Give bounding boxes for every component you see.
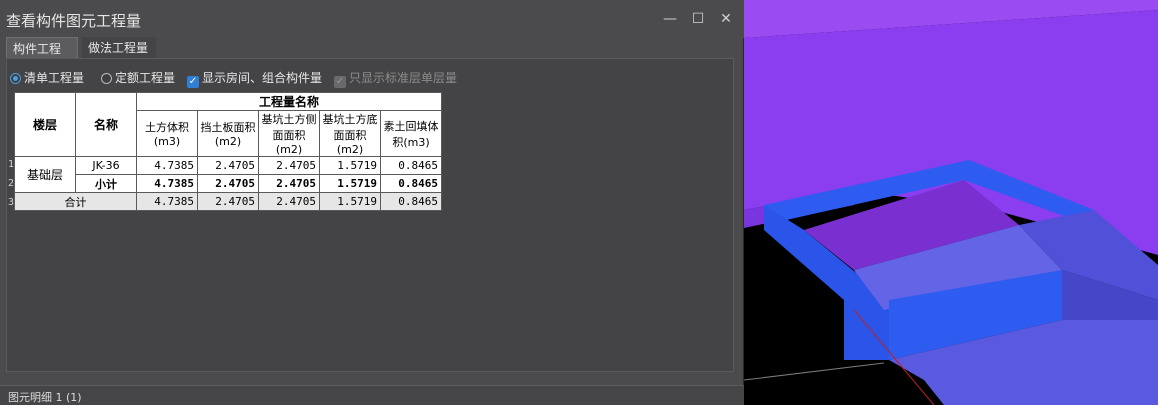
value-cell: 2.4705 xyxy=(258,174,320,193)
radio-bill-label: 清单工程量 xyxy=(24,71,85,85)
value-cell: 4.7385 xyxy=(136,174,198,193)
value-cell: 2.4705 xyxy=(258,156,320,175)
value-cell: 1.5719 xyxy=(319,192,381,211)
checkmark-disabled-icon: ✓ xyxy=(334,76,346,88)
name-cell: 小计 xyxy=(75,174,137,193)
total-label-cell: 合计 xyxy=(14,192,137,211)
name-cell: JK-36 xyxy=(75,156,137,175)
header-column: 基坑土方底面面积(m2) xyxy=(319,110,381,157)
checkbox-show-rooms-label: 显示房间、组合构件量 xyxy=(202,71,323,85)
quantity-table-area: 1 2 3 楼层 名称 工程量名称 土方体积(m3) 挡土板面积(m2) 基坑土… xyxy=(8,92,442,214)
radio-selected-icon xyxy=(10,73,21,84)
radio-quota-quantity[interactable]: 定额工程量 xyxy=(101,68,175,88)
checkbox-standard-floor-only: ✓ 只显示标准层单层量 xyxy=(334,68,457,88)
header-column: 土方体积(m3) xyxy=(136,110,198,157)
header-column: 挡土板面积(m2) xyxy=(197,110,259,157)
tab-component-quantity[interactable]: 构件工程量 xyxy=(6,37,78,78)
quantity-dialog: 查看构件图元工程量 — ☐ ✕ 构件工程量 做法工程量 清单工程量 定额工程量 … xyxy=(0,0,744,405)
value-cell: 4.7385 xyxy=(136,156,198,175)
value-cell: 2.4705 xyxy=(197,174,259,193)
checkbox-standard-floor-label: 只显示标准层单层量 xyxy=(349,71,458,85)
checkmark-icon: ✓ xyxy=(187,76,199,88)
value-cell: 0.8465 xyxy=(380,174,442,193)
tab-method-quantity[interactable]: 做法工程量 xyxy=(82,37,156,59)
title-bar: 查看构件图元工程量 — ☐ ✕ xyxy=(0,0,744,38)
header-name: 名称 xyxy=(75,92,137,157)
value-cell: 2.4705 xyxy=(197,156,259,175)
radio-empty-icon xyxy=(101,73,112,84)
value-cell: 0.8465 xyxy=(380,156,442,175)
floor-cell: 基础层 xyxy=(14,156,76,193)
3d-viewport[interactable] xyxy=(744,0,1158,405)
value-cell: 2.4705 xyxy=(197,192,259,211)
status-bar: 图元明细 1 (1) xyxy=(0,385,744,405)
table-row-total[interactable]: 合计 4.7385 2.4705 2.4705 1.5719 0.8465 xyxy=(14,192,442,211)
value-cell: 1.5719 xyxy=(319,156,381,175)
maximize-icon[interactable]: ☐ xyxy=(688,10,708,28)
header-column: 素土回填体积(m3) xyxy=(380,110,442,157)
header-floor: 楼层 xyxy=(14,92,76,157)
radio-bill-quantity[interactable]: 清单工程量 xyxy=(10,68,84,88)
value-cell: 1.5719 xyxy=(319,174,381,193)
status-label: 图元明细 1 (1) xyxy=(8,391,82,404)
table-row-subtotal[interactable]: 小计 4.7385 2.4705 2.4705 1.5719 0.8465 xyxy=(15,174,442,193)
radio-quota-label: 定额工程量 xyxy=(115,71,176,85)
header-column: 基坑土方侧面面积(m2) xyxy=(258,110,320,157)
dialog-title: 查看构件图元工程量 xyxy=(6,12,142,30)
close-icon[interactable]: ✕ xyxy=(716,10,736,28)
quantity-table: 楼层 名称 工程量名称 土方体积(m3) 挡土板面积(m2) 基坑土方侧面面积(… xyxy=(14,92,442,211)
3d-model-canvas[interactable] xyxy=(744,0,1158,405)
table-row[interactable]: 基础层 JK-36 4.7385 2.4705 2.4705 1.5719 0.… xyxy=(14,156,442,193)
value-cell: 0.8465 xyxy=(380,192,442,211)
minimize-icon[interactable]: — xyxy=(660,10,680,28)
checkbox-show-rooms[interactable]: ✓ 显示房间、组合构件量 xyxy=(187,68,322,88)
header-quantity-group: 工程量名称 xyxy=(136,92,442,111)
value-cell: 2.4705 xyxy=(258,192,320,211)
value-cell: 4.7385 xyxy=(136,192,198,211)
